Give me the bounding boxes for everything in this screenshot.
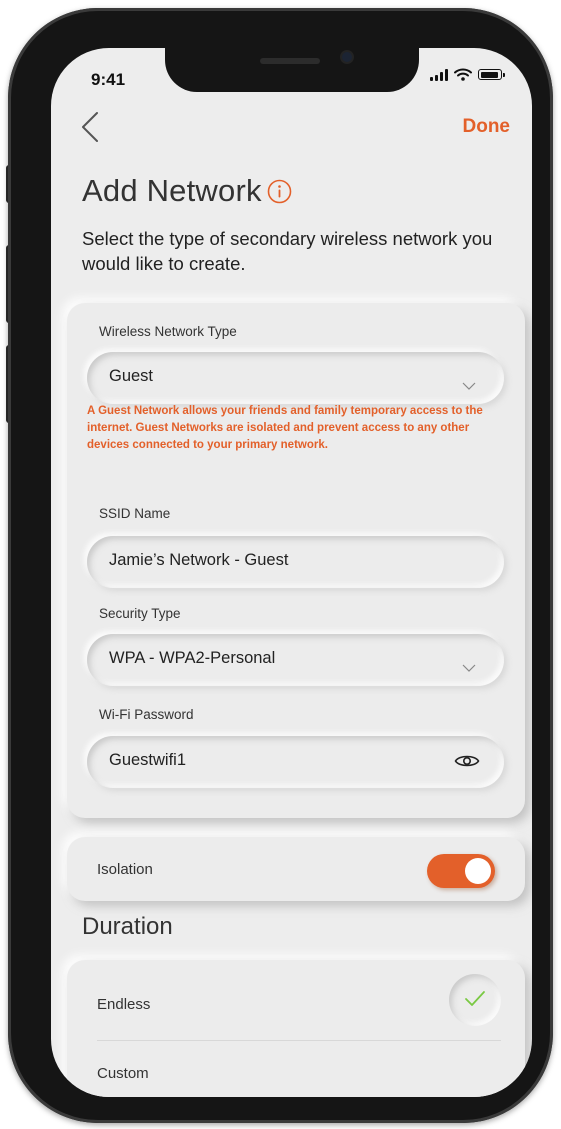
- speaker: [260, 58, 320, 64]
- security-type-select[interactable]: WPA - WPA2-Personal: [87, 634, 504, 686]
- duration-card: Endless Custom: [67, 960, 525, 1097]
- wifi-icon: [454, 68, 472, 81]
- eye-icon[interactable]: [454, 753, 480, 769]
- password-label: Wi-Fi Password: [99, 707, 194, 722]
- isolation-label: Isolation: [97, 861, 153, 878]
- page-subtitle: Select the type of secondary wireless ne…: [82, 228, 493, 274]
- battery-icon: [478, 69, 505, 80]
- notch: [165, 40, 419, 92]
- page-title: Add Network: [82, 173, 262, 208]
- security-type-value: WPA - WPA2-Personal: [109, 649, 276, 667]
- title-row: Add Network: [82, 173, 292, 209]
- password-input[interactable]: Guestwifi1: [87, 736, 504, 788]
- back-button[interactable]: [77, 110, 105, 144]
- duration-title: Duration: [82, 913, 173, 940]
- info-icon[interactable]: [267, 179, 292, 204]
- status-icons: [430, 68, 505, 81]
- network-type-select[interactable]: Guest: [87, 352, 504, 404]
- isolation-toggle[interactable]: [427, 854, 495, 888]
- check-icon: [465, 991, 485, 1006]
- toggle-knob: [465, 858, 491, 884]
- isolation-card: Isolation: [67, 837, 525, 901]
- selected-indicator: [449, 974, 501, 1026]
- signal-icon: [430, 68, 448, 81]
- screen: 9:41 Done Add Network Select the type of…: [51, 48, 532, 1097]
- network-settings-card: Wireless Network Type Guest A Guest Netw…: [67, 303, 525, 818]
- security-type-label: Security Type: [99, 606, 181, 621]
- chevron-down-icon: [462, 382, 476, 390]
- network-type-description: A Guest Network allows your friends and …: [87, 405, 483, 451]
- done-button[interactable]: Done: [463, 116, 511, 138]
- chevron-down-icon: [462, 664, 476, 672]
- chevron-left-icon: [82, 112, 98, 142]
- network-type-label: Wireless Network Type: [99, 324, 237, 339]
- divider: [97, 1040, 501, 1041]
- ssid-label: SSID Name: [99, 506, 171, 521]
- status-time: 9:41: [91, 70, 126, 89]
- duration-option-label: Custom: [97, 1065, 149, 1082]
- ssid-input[interactable]: Jamie’s Network - Guest: [87, 536, 504, 588]
- phone-frame: 9:41 Done Add Network Select the type of…: [8, 8, 553, 1123]
- password-value: Guestwifi1: [109, 751, 187, 769]
- ssid-value: Jamie’s Network - Guest: [109, 551, 289, 569]
- network-type-value: Guest: [109, 367, 154, 385]
- front-camera: [342, 52, 352, 62]
- duration-option-label: Endless: [97, 996, 151, 1013]
